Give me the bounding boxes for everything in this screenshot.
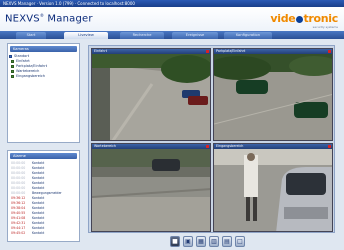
tree-item-label: Wartebereich (16, 69, 40, 73)
camera-image (214, 149, 332, 231)
tree-item-label: Eingangsbereich (16, 74, 46, 78)
brand-logo: vide tronic (270, 12, 338, 25)
camera-tree-panel: Kameras Standort Einfahrt Parkplatz/Einfah… (7, 43, 80, 143)
record-button[interactable]: ■ (170, 236, 180, 247)
alarm-row[interactable]: 09:45:02 Kontakt (8, 231, 79, 236)
layout-4x4-button[interactable]: ▤ (222, 236, 232, 247)
window-titlebar: NEXVS Manager · Version 1.0 (799) · Conn… (0, 0, 344, 7)
alarm-text: Kontakt (32, 196, 45, 200)
alarm-text: Kontakt (32, 181, 45, 185)
camera-view-wartebereich[interactable]: Wartebereich (91, 143, 211, 232)
alarm-text: Kontakt (32, 171, 45, 175)
alarm-text: Kontakt (32, 186, 45, 190)
layout-3x3-button[interactable]: ▥ (209, 236, 219, 247)
live-video-area: Einfahrt Parkplatz/Einfahrt Wartebereich… (88, 45, 335, 233)
alarm-text: Kontakt (32, 221, 45, 225)
camera-image (214, 54, 332, 140)
camera-icon (11, 75, 14, 78)
camera-image (92, 54, 210, 140)
tab-ereignisse[interactable]: Ereignisse (172, 32, 218, 39)
alarm-text: Kontakt (32, 216, 45, 220)
site-icon (9, 55, 12, 58)
layout-2x2-icon: ▦ (198, 238, 204, 245)
recording-indicator-icon (328, 145, 331, 148)
camera-icon (11, 60, 14, 63)
layout-1x1-icon: ▣ (185, 238, 191, 245)
alarm-text: Kontakt (32, 226, 45, 230)
alarm-text: Kontakt (32, 231, 45, 235)
layout-1x1-button[interactable]: ▣ (183, 236, 193, 247)
alarm-text: Bewegungsmelder (32, 191, 62, 195)
window-title: NEXVS Manager · Version 1.0 (799) · Conn… (3, 1, 135, 6)
tab-konfiguration[interactable]: Konfiguration (224, 32, 272, 39)
camera-icon (11, 70, 14, 73)
main-tabs: Start Liveview Recherche Ereignisse Konf… (0, 31, 344, 39)
app-header: NEXVS® Manager vide tronic security syste… (0, 7, 344, 31)
camera-view-parkplatz[interactable]: Parkplatz/Einfahrt (213, 48, 333, 141)
layout-2x2-button[interactable]: ▦ (196, 236, 206, 247)
camera-view-eingangsbereich[interactable]: Eingangsbereich (213, 143, 333, 232)
alarm-text: Kontakt (32, 176, 45, 180)
alarm-text: Kontakt (32, 206, 45, 210)
recording-indicator-icon (206, 145, 209, 148)
camera-icon (11, 65, 14, 68)
recording-indicator-icon (206, 50, 209, 53)
camera-view-einfahrt[interactable]: Einfahrt (91, 48, 211, 141)
alarm-text: Kontakt (32, 201, 45, 205)
recording-indicator-icon (328, 50, 331, 53)
tab-recherche[interactable]: Recherche (120, 32, 164, 39)
layout-4x4-icon: ▤ (224, 238, 230, 245)
tree-item-label: Standort (14, 54, 30, 58)
alarm-events-panel: Alarme 00:00:00 Kontakt 00:00:00 Kontakt 00:… (7, 150, 80, 242)
alarm-text: Kontakt (32, 166, 45, 170)
camera-tree-header: Kameras (10, 46, 77, 52)
alarm-events-header: Alarme (10, 153, 77, 159)
fullscreen-button[interactable]: □ (235, 236, 245, 247)
tree-item[interactable]: Eingangsbereich (8, 74, 79, 79)
fullscreen-icon: □ (237, 238, 243, 245)
camera-image (92, 149, 210, 231)
brand-tagline: security systems (312, 25, 338, 29)
alarm-text: Kontakt (32, 161, 45, 165)
app-title: NEXVS® Manager (5, 13, 93, 25)
tree-item-label: Einfahrt (16, 59, 30, 63)
alarm-text: Kontakt (32, 211, 45, 215)
record-icon: ■ (172, 238, 178, 245)
tab-start[interactable]: Start (16, 32, 46, 39)
tab-liveview[interactable]: Liveview (64, 32, 108, 39)
layout-3x3-icon: ▥ (211, 238, 217, 245)
tree-item-label: Parkplatz/Einfahrt (16, 64, 48, 68)
alarm-time: 09:45:02 (11, 231, 26, 235)
